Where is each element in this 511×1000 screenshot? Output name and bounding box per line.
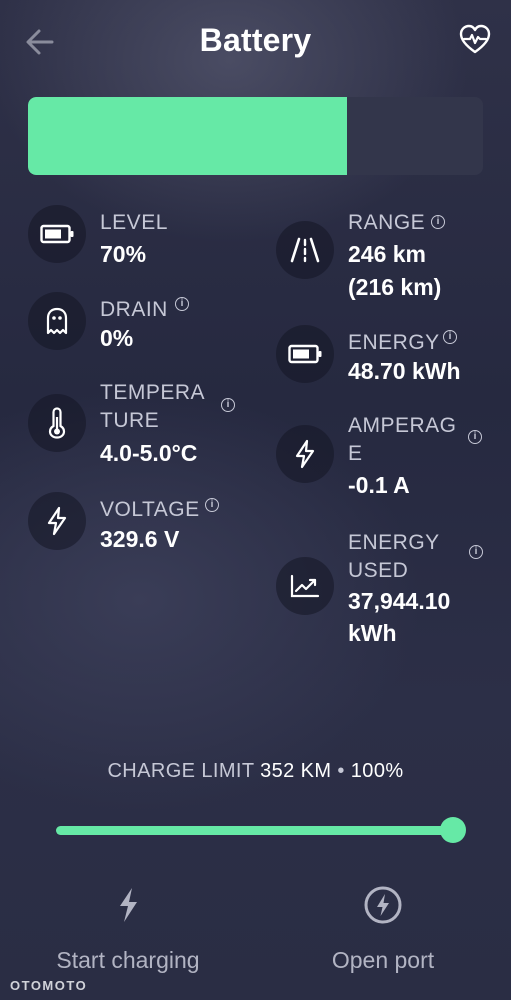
stat-drain: DRAIN i 0% xyxy=(28,292,258,372)
stat-level: LEVEL 70% xyxy=(28,205,258,285)
header: Battery xyxy=(0,0,511,84)
charge-limit-slider-thumb[interactable] xyxy=(440,817,466,843)
stat-amperage-label-cont: E xyxy=(348,442,363,465)
open-port-label: Open port xyxy=(331,947,435,973)
stat-range-value: 246 km xyxy=(348,241,427,267)
stat-amperage-label: AMPERAG xyxy=(348,414,457,437)
heart-pulse-icon[interactable] xyxy=(459,24,491,56)
stat-energy-used-value: 37,944.10 xyxy=(348,588,451,614)
stat-energy-value: 48.70 kWh xyxy=(348,358,461,384)
stat-amperage-value: -0.1 A xyxy=(348,472,410,498)
stat-drain-value: 0% xyxy=(100,325,134,351)
start-charging-label: Start charging xyxy=(56,947,200,973)
stat-voltage: VOLTAGE i 329.6 V xyxy=(28,492,258,572)
info-icon[interactable]: i xyxy=(175,297,189,311)
info-icon[interactable]: i xyxy=(469,545,483,559)
battery-level-fill xyxy=(28,97,347,175)
road-icon xyxy=(276,221,334,279)
stat-energy: ENERGY i 48.70 kWh xyxy=(276,325,506,405)
stat-energy-used-label-cont: USED xyxy=(348,559,409,582)
stat-level-value: 70% xyxy=(100,241,147,267)
bolt-icon xyxy=(28,492,86,550)
charge-limit-percent: 100% xyxy=(350,760,404,782)
battery-level-bar xyxy=(28,97,483,175)
stat-range-label: RANGE xyxy=(348,211,426,234)
battery-icon xyxy=(28,205,86,263)
battery-icon xyxy=(276,325,334,383)
bolt-circle-icon xyxy=(364,886,402,924)
open-port-button[interactable]: Open port xyxy=(278,882,488,982)
ghost-icon xyxy=(28,292,86,350)
charge-limit-label: CHARGE LIMIT xyxy=(107,760,255,782)
stat-amperage: AMPERAG E i -0.1 A xyxy=(276,408,506,508)
watermark: OTOMOTO xyxy=(10,978,88,993)
page-title: Battery xyxy=(199,22,312,58)
stat-voltage-value: 329.6 V xyxy=(100,526,180,552)
stat-temperature-value: 4.0-5.0°C xyxy=(100,440,198,466)
charge-limit-readout: CHARGE LIMIT 352 KM • 100% xyxy=(0,760,511,783)
stat-range-value-alt: (216 km) xyxy=(348,274,442,300)
info-icon[interactable]: i xyxy=(443,330,457,344)
stat-temperature-label-cont: TURE xyxy=(100,409,160,432)
info-icon[interactable]: i xyxy=(431,215,445,229)
charge-limit-separator: • xyxy=(337,760,345,782)
trend-chart-icon xyxy=(276,557,334,615)
info-icon[interactable]: i xyxy=(221,398,235,412)
stat-energy-used: ENERGY USED i 37,944.10 kWh xyxy=(276,525,506,655)
stat-level-label: LEVEL xyxy=(100,211,168,234)
stat-range: RANGE i 246 km (216 km) xyxy=(276,205,506,305)
info-icon[interactable]: i xyxy=(468,430,482,444)
stat-energy-used-unit: kWh xyxy=(348,620,397,646)
charge-limit-range: 352 KM xyxy=(260,760,332,782)
charge-limit-slider[interactable] xyxy=(56,826,454,835)
thermometer-icon xyxy=(28,394,86,452)
stat-temperature: TEMPERA TURE i 4.0-5.0°C xyxy=(28,375,258,475)
bolt-icon xyxy=(276,425,334,483)
info-icon[interactable]: i xyxy=(205,498,219,512)
bolt-icon xyxy=(120,888,137,922)
start-charging-button[interactable]: Start charging xyxy=(23,882,233,982)
